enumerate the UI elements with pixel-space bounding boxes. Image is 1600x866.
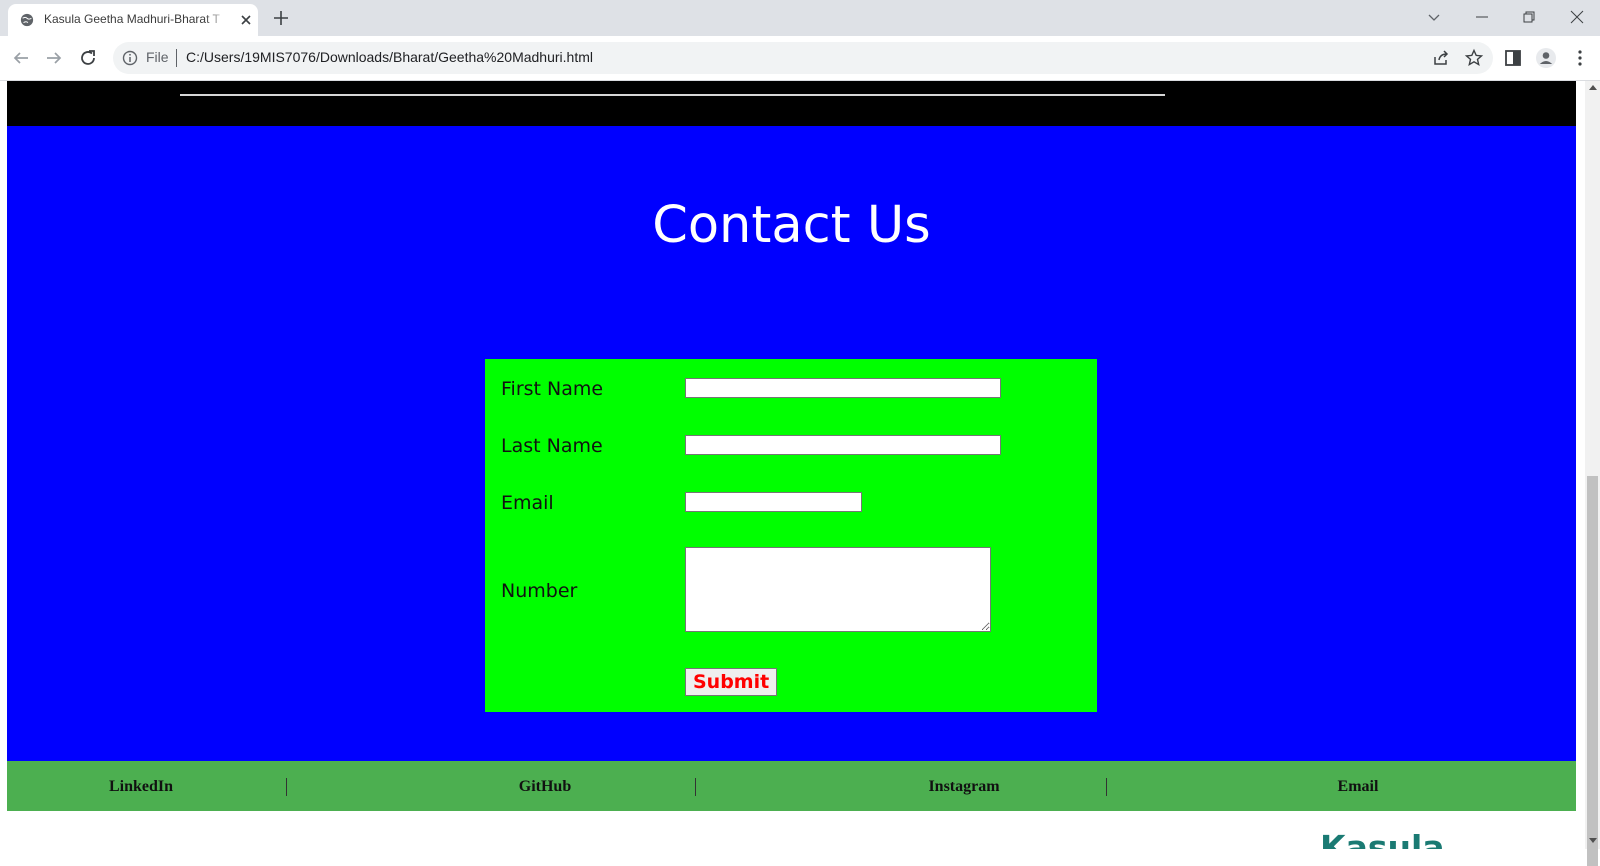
- forward-arrow-icon[interactable]: [43, 47, 65, 69]
- number-textarea[interactable]: [685, 547, 991, 632]
- browser-toolbar: File C:/Users/19MIS7076/Downloads/Bharat…: [0, 36, 1600, 81]
- footer-link-linkedin[interactable]: LinkedIn: [11, 778, 271, 796]
- profile-icon[interactable]: [1535, 47, 1557, 69]
- scroll-up-arrow-icon[interactable]: [1589, 85, 1597, 90]
- browser-tab[interactable]: Kasula Geetha Madhuri-Bharat T: [8, 4, 258, 36]
- number-label: Number: [501, 580, 578, 602]
- first-name-label: First Name: [501, 378, 604, 400]
- restore-icon[interactable]: [1518, 6, 1540, 28]
- url-text[interactable]: C:/Users/19MIS7076/Downloads/Bharat/Geet…: [186, 49, 593, 65]
- back-arrow-icon[interactable]: [10, 47, 32, 69]
- chevron-down-icon[interactable]: [1423, 6, 1445, 28]
- tab-strip: Kasula Geetha Madhuri-Bharat T: [0, 0, 1600, 36]
- submit-button[interactable]: Submit: [685, 668, 778, 696]
- window-close-icon[interactable]: [1566, 6, 1588, 28]
- first-name-input[interactable]: [685, 378, 1001, 398]
- url-separator: [176, 49, 177, 67]
- footer-divider: [695, 778, 696, 796]
- contact-form: First Name Last Name Email Number Submit: [485, 359, 1097, 712]
- reload-icon[interactable]: [77, 47, 99, 69]
- share-icon[interactable]: [1431, 48, 1451, 68]
- globe-icon: [20, 13, 34, 27]
- header-divider-line: [180, 94, 1165, 96]
- info-icon[interactable]: [122, 50, 138, 66]
- address-bar[interactable]: File C:/Users/19MIS7076/Downloads/Bharat…: [113, 42, 1493, 74]
- scrollbar-thumb[interactable]: [1587, 476, 1598, 866]
- email-label: Email: [501, 492, 554, 514]
- page-viewport: Contact Us First Name Last Name Email Nu…: [0, 81, 1585, 849]
- tab-title: Kasula Geetha Madhuri-Bharat T: [44, 12, 220, 26]
- url-scheme-label: File: [146, 49, 169, 65]
- scroll-down-arrow-icon[interactable]: [1589, 838, 1597, 843]
- close-icon[interactable]: [237, 11, 255, 29]
- brand-name: Kasula: [1320, 828, 1445, 849]
- footer-divider: [1106, 778, 1107, 796]
- footer-link-github[interactable]: GitHub: [415, 778, 675, 796]
- contact-heading: Contact Us: [652, 196, 931, 255]
- side-panel-icon[interactable]: [1502, 47, 1524, 69]
- top-header-band: [7, 81, 1576, 126]
- tab-title-fade: [204, 10, 228, 30]
- minimize-icon[interactable]: [1471, 6, 1493, 28]
- footer-link-email[interactable]: Email: [1228, 778, 1488, 796]
- contact-section: Contact Us First Name Last Name Email Nu…: [7, 126, 1576, 761]
- email-input[interactable]: [685, 492, 862, 512]
- page-scrollbar[interactable]: [1585, 81, 1600, 866]
- kebab-menu-icon[interactable]: [1569, 47, 1591, 69]
- plus-icon[interactable]: [271, 8, 291, 28]
- social-footer: LinkedIn GitHub Instagram Email: [7, 761, 1576, 811]
- last-name-input[interactable]: [685, 435, 1001, 455]
- star-icon[interactable]: [1464, 48, 1484, 68]
- footer-link-instagram[interactable]: Instagram: [834, 778, 1094, 796]
- last-name-label: Last Name: [501, 435, 603, 457]
- footer-divider: [286, 778, 287, 796]
